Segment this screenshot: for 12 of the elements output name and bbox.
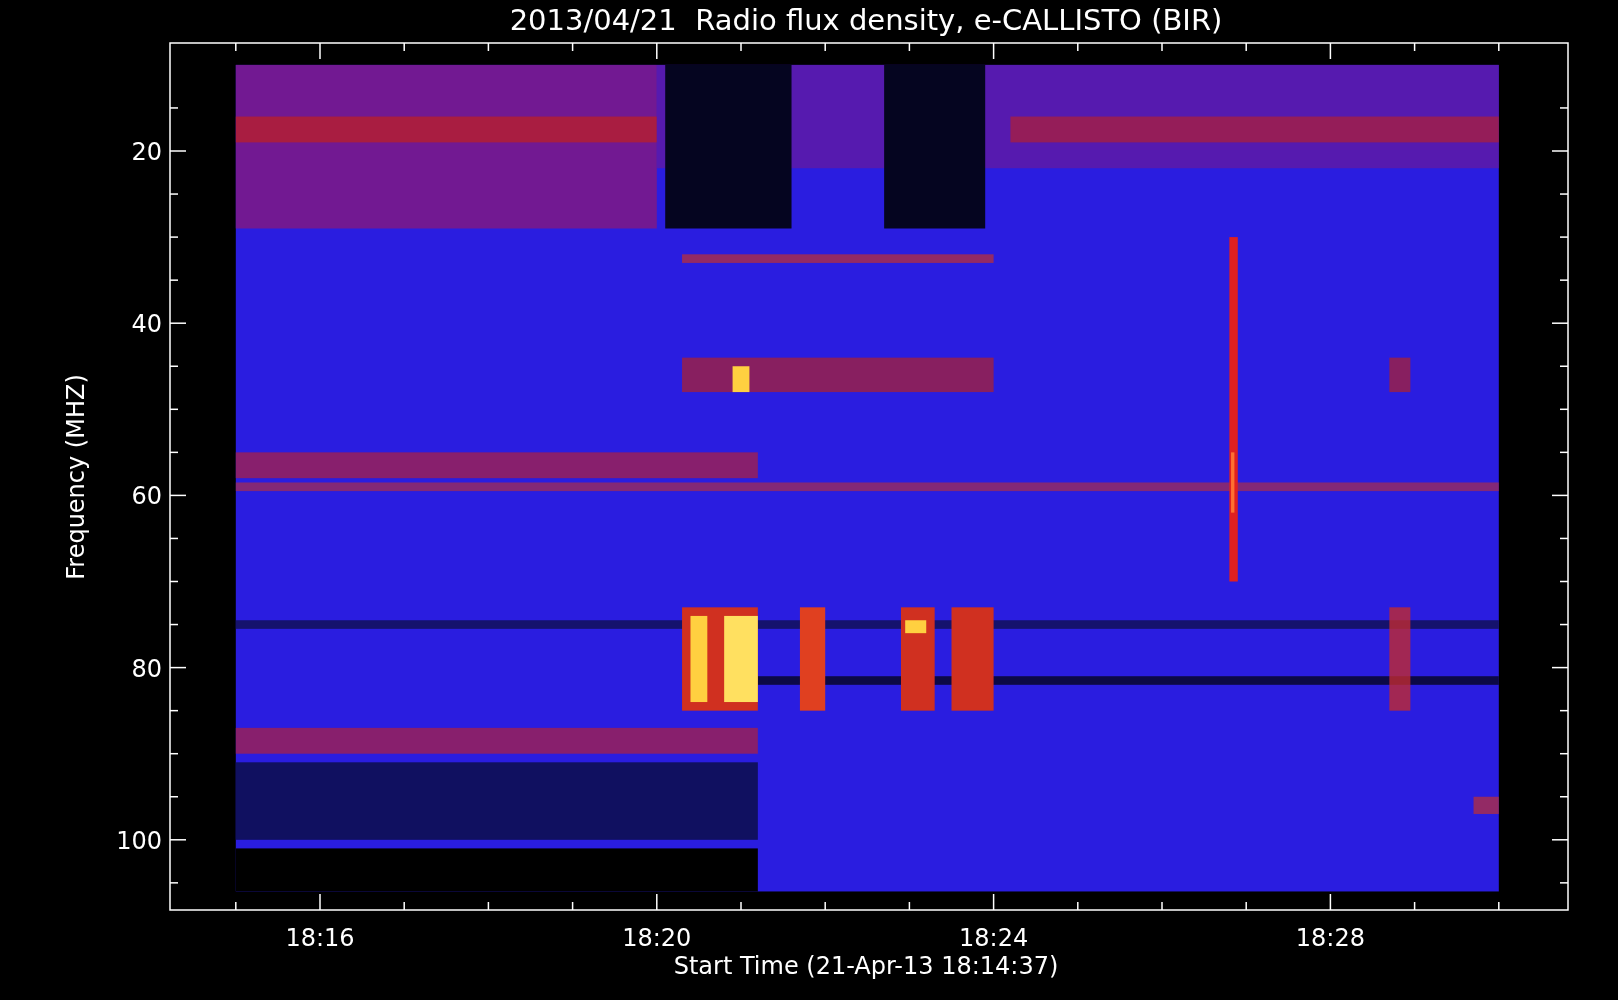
chart-title: 2013/04/21 Radio flux density, e-CALLISTO (BIR) [509, 3, 1223, 37]
y-axis-label: Frequency (MHZ) [62, 374, 90, 580]
x-axis-label: Start Time (21-Apr-13 18:14:37) [673, 952, 1059, 980]
y-tick-label: 20 [131, 138, 162, 166]
y-tick-label: 40 [131, 310, 162, 339]
y-tick-label: 100 [116, 826, 162, 855]
y-tick-label: 60 [131, 482, 162, 511]
x-tick-label: 18:20 [622, 924, 692, 952]
x-tick-label: 18:16 [285, 924, 355, 952]
y-tick-label: 80 [131, 654, 162, 683]
x-tick-label: 18:28 [1295, 924, 1365, 952]
x-tick-label: 18:24 [959, 924, 1029, 952]
